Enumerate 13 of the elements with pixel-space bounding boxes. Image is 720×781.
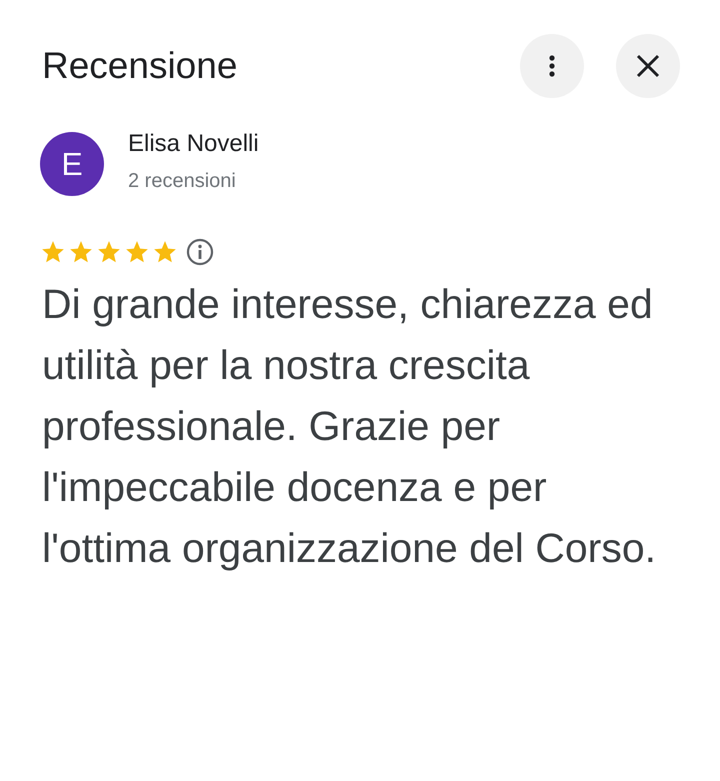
close-icon <box>636 54 660 78</box>
avatar[interactable]: E <box>40 132 104 196</box>
review-text: Di grande interesse, chiarezza ed utilità per la nostra crescita professionale. Grazie per l'impeccabile docenza e per l'ottima organizzazione del Corso. <box>42 280 658 573</box>
info-icon[interactable] <box>186 238 214 266</box>
review-title: Recensione <box>42 45 238 87</box>
star-icon <box>124 239 150 265</box>
review-count: 2 recensioni <box>128 170 237 193</box>
star-icon <box>40 239 66 265</box>
more-vertical-icon <box>548 54 556 78</box>
star-icon <box>68 239 94 265</box>
star-icon <box>96 239 122 265</box>
star-icon <box>152 239 178 265</box>
reviewer-name[interactable]: Elisa Novelli <box>128 130 259 158</box>
